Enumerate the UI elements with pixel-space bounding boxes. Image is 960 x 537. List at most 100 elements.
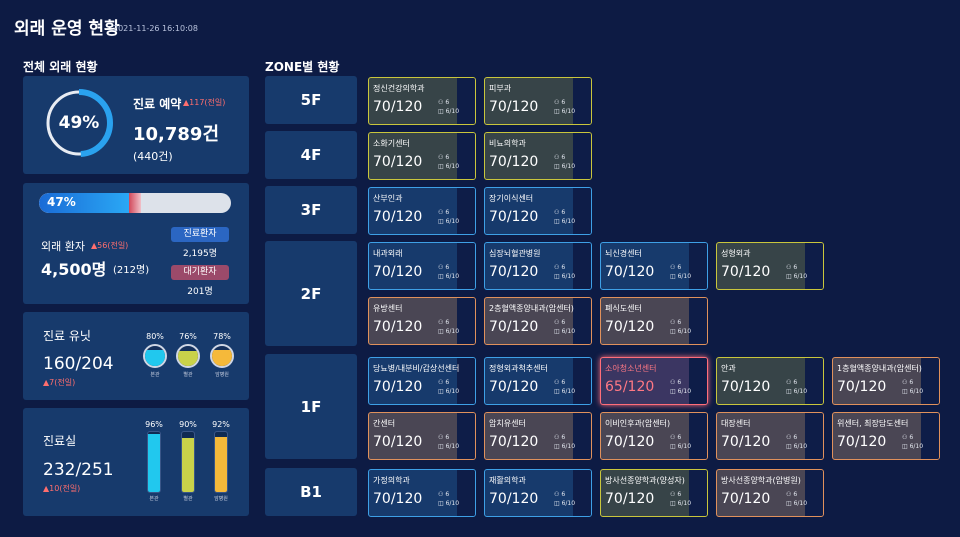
department-card[interactable]: 간센터 70/120 ⚇ 6 ◫ 6/10 bbox=[368, 412, 476, 460]
room-count: 6/10 bbox=[677, 443, 692, 450]
units-title: 진료 유닛 bbox=[43, 329, 91, 343]
department-card[interactable]: 2층혈액종양내과(암센터) 70/120 ⚇ 6 ◫ 6/10 bbox=[484, 297, 592, 345]
room-icon: ◫ bbox=[438, 443, 444, 450]
department-capacity: 70/120 bbox=[373, 379, 423, 395]
person-icon: ⚇ bbox=[670, 491, 676, 498]
staff-count: 6 bbox=[445, 491, 450, 498]
room-count: 6/10 bbox=[793, 273, 808, 280]
outpatient-delta: ▲56(전일) bbox=[91, 241, 129, 250]
department-card[interactable]: 안과 70/120 ⚇ 6 ◫ 6/10 bbox=[716, 357, 824, 405]
department-card[interactable]: 위센터, 최장담도센터 70/120 ⚇ 6 ◫ 6/10 bbox=[832, 412, 940, 460]
person-icon: ⚇ bbox=[438, 99, 444, 106]
wait-patient-value: 201명 bbox=[187, 287, 213, 297]
department-capacity: 65/120 bbox=[605, 379, 655, 395]
department-name: 정형외과척추센터 bbox=[489, 364, 548, 373]
person-icon: ⚇ bbox=[786, 379, 792, 386]
department-capacity: 70/120 bbox=[721, 379, 771, 395]
person-icon: ⚇ bbox=[902, 379, 908, 386]
outpatient-panel[interactable]: 47% 외래 환자 ▲56(전일) 4,500명 (212명) 진료환자 2,1… bbox=[23, 183, 249, 304]
staff-count: 6 bbox=[445, 209, 450, 216]
department-stats: ⚇ 6 ◫ 6/10 bbox=[902, 433, 923, 451]
staff-count: 6 bbox=[561, 209, 566, 216]
staff-count: 6 bbox=[793, 434, 798, 441]
unit-gauge-label: 암병원 bbox=[215, 372, 229, 378]
floor-2f[interactable]: 2F bbox=[265, 241, 357, 346]
department-card[interactable]: 성형외과 70/120 ⚇ 6 ◫ 6/10 bbox=[716, 242, 824, 290]
department-card[interactable]: 당뇨병/내분비/갑상선센터 70/120 ⚇ 6 ◫ 6/10 bbox=[368, 357, 476, 405]
room-gauge-label: 본관 bbox=[149, 496, 159, 502]
room-count: 6/10 bbox=[445, 443, 460, 450]
room-gauge: 92% 암병원 bbox=[211, 420, 231, 502]
room-count: 6/10 bbox=[561, 273, 576, 280]
room-count: 6/10 bbox=[677, 328, 692, 335]
department-capacity: 70/120 bbox=[721, 491, 771, 507]
rooms-panel[interactable]: 진료실 232/251 ▲10(전일) 96% 본관 90% 별관 92% 암병원 bbox=[23, 408, 249, 516]
department-capacity: 70/120 bbox=[373, 209, 423, 225]
department-card[interactable]: 방사선종양학과(암병원) 70/120 ⚇ 6 ◫ 6/10 bbox=[716, 469, 824, 517]
room-count: 6/10 bbox=[561, 500, 576, 507]
department-card[interactable]: 1층혈액종양내과(암센터) 70/120 ⚇ 6 ◫ 6/10 bbox=[832, 357, 940, 405]
reservation-panel[interactable]: 49% 진료 예약 ▲117(전일) 10,789건 (440건) bbox=[23, 76, 249, 174]
person-icon: ⚇ bbox=[554, 379, 560, 386]
floor-5f[interactable]: 5F bbox=[265, 76, 357, 124]
department-name: 1층혈액종양내과(암센터) bbox=[837, 364, 922, 373]
department-card[interactable]: 심장뇌혈관병원 70/120 ⚇ 6 ◫ 6/10 bbox=[484, 242, 592, 290]
person-icon: ⚇ bbox=[438, 491, 444, 498]
unit-gauge: 78% 암병원 bbox=[207, 332, 237, 378]
department-card[interactable]: 뇌신경센터 70/120 ⚇ 6 ◫ 6/10 bbox=[600, 242, 708, 290]
unit-gauge-label: 별관 bbox=[183, 372, 193, 378]
room-count: 6/10 bbox=[445, 163, 460, 170]
department-card[interactable]: 폐식도센터 70/120 ⚇ 6 ◫ 6/10 bbox=[600, 297, 708, 345]
staff-count: 6 bbox=[445, 319, 450, 326]
department-card[interactable]: 장기이식센터 70/120 ⚇ 6 ◫ 6/10 bbox=[484, 187, 592, 235]
room-icon: ◫ bbox=[554, 108, 560, 115]
department-stats: ⚇ 6 ◫ 6/10 bbox=[554, 318, 575, 336]
department-stats: ⚇ 6 ◫ 6/10 bbox=[438, 153, 459, 171]
department-card[interactable]: 암치유센터 70/120 ⚇ 6 ◫ 6/10 bbox=[484, 412, 592, 460]
department-card[interactable]: 재활의학과 70/120 ⚇ 6 ◫ 6/10 bbox=[484, 469, 592, 517]
department-card[interactable]: 소화기센터 70/120 ⚇ 6 ◫ 6/10 bbox=[368, 132, 476, 180]
room-count: 6/10 bbox=[909, 388, 924, 395]
room-count: 6/10 bbox=[561, 163, 576, 170]
department-card[interactable]: 내과외래 70/120 ⚇ 6 ◫ 6/10 bbox=[368, 242, 476, 290]
department-card[interactable]: 산부인과 70/120 ⚇ 6 ◫ 6/10 bbox=[368, 187, 476, 235]
department-card[interactable]: 소아청소년센터 65/120 ⚇ 6 ◫ 6/10 bbox=[600, 357, 708, 405]
staff-count: 6 bbox=[677, 319, 682, 326]
floor-4f[interactable]: 4F bbox=[265, 131, 357, 179]
department-capacity: 70/120 bbox=[373, 154, 423, 170]
department-stats: ⚇ 6 ◫ 6/10 bbox=[554, 490, 575, 508]
department-card[interactable]: 방사선종양학과(양성자) 70/120 ⚇ 6 ◫ 6/10 bbox=[600, 469, 708, 517]
department-card[interactable]: 가정의학과 70/120 ⚇ 6 ◫ 6/10 bbox=[368, 469, 476, 517]
department-stats: ⚇ 6 ◫ 6/10 bbox=[554, 208, 575, 226]
room-icon: ◫ bbox=[670, 388, 676, 395]
floor-b1[interactable]: B1 bbox=[265, 468, 357, 516]
room-count: 6/10 bbox=[445, 328, 460, 335]
department-card[interactable]: 비뇨의학과 70/120 ⚇ 6 ◫ 6/10 bbox=[484, 132, 592, 180]
room-icon: ◫ bbox=[902, 388, 908, 395]
timestamp: 2021-11-26 16:10:08 bbox=[113, 24, 198, 33]
department-capacity: 70/120 bbox=[489, 209, 539, 225]
department-stats: ⚇ 6 ◫ 6/10 bbox=[670, 433, 691, 451]
room-icon: ◫ bbox=[786, 388, 792, 395]
department-capacity: 70/120 bbox=[721, 264, 771, 280]
room-icon: ◫ bbox=[670, 443, 676, 450]
zone-section-title: ZONE별 현황 bbox=[265, 60, 340, 74]
department-card[interactable]: 정신건강의학과 70/120 ⚇ 6 ◫ 6/10 bbox=[368, 77, 476, 125]
room-count: 6/10 bbox=[445, 108, 460, 115]
department-card[interactable]: 대장센터 70/120 ⚇ 6 ◫ 6/10 bbox=[716, 412, 824, 460]
floor-1f[interactable]: 1F bbox=[265, 354, 357, 459]
floor-3f[interactable]: 3F bbox=[265, 186, 357, 234]
department-card[interactable]: 이비인후과(암센터) 70/120 ⚇ 6 ◫ 6/10 bbox=[600, 412, 708, 460]
department-card[interactable]: 피부과 70/120 ⚇ 6 ◫ 6/10 bbox=[484, 77, 592, 125]
staff-count: 6 bbox=[445, 434, 450, 441]
department-stats: ⚇ 6 ◫ 6/10 bbox=[670, 263, 691, 281]
units-panel[interactable]: 진료 유닛 160/204 ▲7(전일) 80% 본관 76% 별관 78% 암병원 bbox=[23, 312, 249, 400]
department-card[interactable]: 유방센터 70/120 ⚇ 6 ◫ 6/10 bbox=[368, 297, 476, 345]
rooms-title: 진료실 bbox=[43, 434, 77, 448]
department-stats: ⚇ 6 ◫ 6/10 bbox=[786, 378, 807, 396]
department-card[interactable]: 정형외과척추센터 70/120 ⚇ 6 ◫ 6/10 bbox=[484, 357, 592, 405]
department-capacity: 70/120 bbox=[489, 434, 539, 450]
person-icon: ⚇ bbox=[554, 319, 560, 326]
department-name: 대장센터 bbox=[721, 419, 751, 428]
department-name: 소화기센터 bbox=[373, 139, 410, 148]
